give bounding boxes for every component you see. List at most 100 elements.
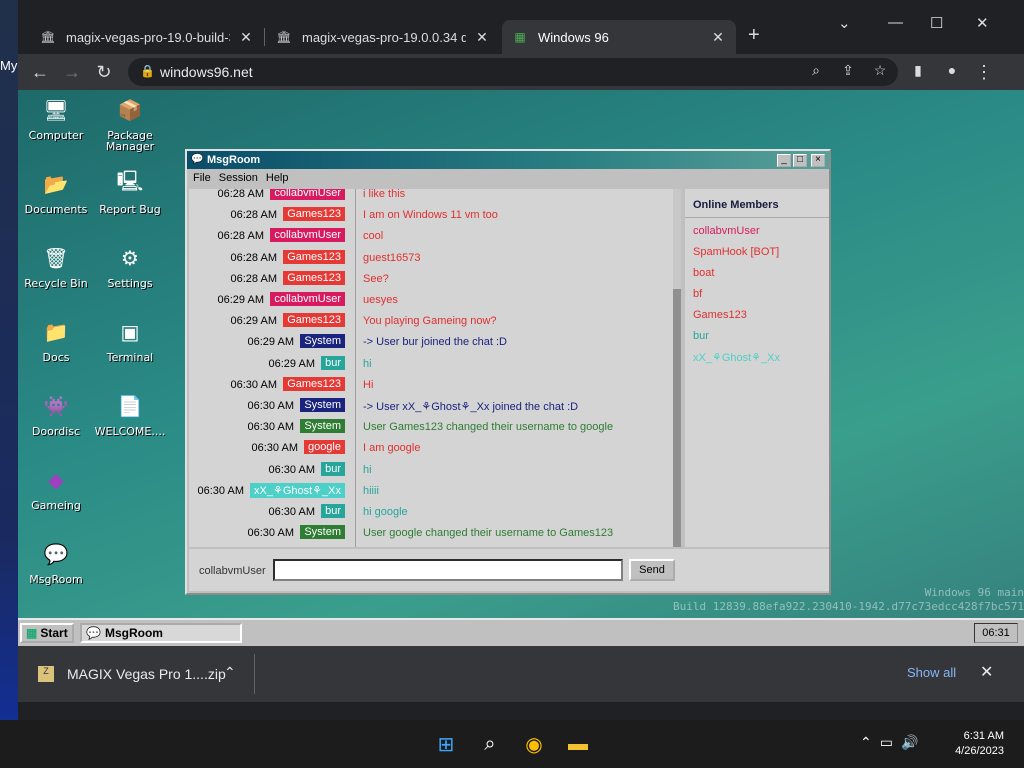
message-username-badge[interactable]: System bbox=[300, 525, 345, 540]
message-text: hiiii bbox=[363, 484, 379, 497]
message-text: See? bbox=[363, 272, 389, 285]
tab-magix-2[interactable]: 🏛 magix-vegas-pro-19.0.0.34 direc ✕ bbox=[266, 20, 500, 54]
desktop-icon-computer[interactable]: 🖥 Computer bbox=[20, 94, 92, 141]
members-divider bbox=[685, 217, 829, 218]
chrome-icon[interactable]: ◉ bbox=[520, 730, 548, 758]
sidepanel-icon[interactable]: ▮ bbox=[908, 62, 928, 79]
show-all-button[interactable]: Show all bbox=[907, 665, 956, 680]
forward-icon[interactable]: → bbox=[62, 62, 82, 83]
download-item-name[interactable]: MAGIX Vegas Pro 1....zip bbox=[67, 666, 226, 682]
desktop-icon-docs[interactable]: 📁 Docs bbox=[20, 316, 92, 363]
menubar: File Session Help bbox=[187, 169, 829, 187]
message-username-badge[interactable]: Games123 bbox=[283, 376, 345, 391]
minimize-button[interactable]: _ bbox=[777, 154, 791, 167]
minimize-button[interactable]: — bbox=[888, 14, 903, 31]
menu-session[interactable]: Session bbox=[219, 172, 258, 184]
desktop-icon-package-manager[interactable]: 📦 Package Manager bbox=[94, 94, 166, 152]
share-icon[interactable]: ⇪ bbox=[838, 62, 858, 79]
new-tab-button[interactable]: + bbox=[748, 24, 760, 47]
message-username-badge[interactable]: System bbox=[300, 419, 345, 434]
reload-icon[interactable]: ↻ bbox=[94, 62, 114, 83]
menu-kebab-icon[interactable]: ⋮ bbox=[974, 62, 994, 83]
message-username-badge[interactable]: collabvmUser bbox=[270, 228, 345, 243]
desktop-icon-report-bug[interactable]: 🖳 Report Bug bbox=[94, 168, 166, 215]
discord-icon: 👾 bbox=[43, 394, 69, 418]
bookmark-star-icon[interactable]: ☆ bbox=[870, 62, 890, 79]
message-username-badge[interactable]: Games123 bbox=[283, 249, 345, 264]
desktop-icon-documents[interactable]: 📂 Documents bbox=[20, 168, 92, 215]
desktop-icon-settings[interactable]: ⚙ Settings bbox=[94, 242, 166, 289]
close-icon[interactable]: ✕ bbox=[710, 29, 726, 46]
msgroom-titlebar[interactable]: 💬 MsgRoom bbox=[187, 151, 829, 169]
member-item[interactable]: collabvmUser bbox=[693, 225, 760, 237]
msgroom-icon: 💬 bbox=[43, 542, 69, 566]
message-time: 06:28 AM bbox=[217, 230, 264, 243]
network-icon[interactable]: ▭ bbox=[880, 734, 901, 750]
file-explorer-icon[interactable]: ▬ bbox=[564, 730, 592, 758]
member-item[interactable]: bf bbox=[693, 288, 702, 300]
tab-search-icon[interactable]: ⌄ bbox=[838, 14, 851, 32]
system-clock[interactable]: 6:31 AM 4/26/2023 bbox=[955, 729, 1004, 759]
search-icon[interactable]: ⌕ bbox=[476, 730, 504, 758]
close-window-button[interactable]: ✕ bbox=[976, 14, 989, 32]
search-icon[interactable]: ⌕ bbox=[806, 62, 826, 79]
message-username-badge[interactable]: System bbox=[300, 334, 345, 349]
desktop-icon-gameing[interactable]: ◆ Gameing bbox=[20, 464, 92, 511]
desktop-icon-welcome[interactable]: 📄 WELCOME.... bbox=[94, 390, 166, 437]
message-text: hi google bbox=[363, 506, 408, 518]
message-username-badge[interactable]: bur bbox=[321, 461, 345, 476]
close-icon[interactable]: ✕ bbox=[238, 29, 254, 46]
maximize-button[interactable]: □ bbox=[793, 154, 807, 167]
windows-start-icon[interactable]: ⊞ bbox=[432, 730, 460, 758]
profile-icon[interactable]: ● bbox=[942, 62, 962, 78]
browser-toolbar: ← → ↻ 🔒 windows96.net ⌕ ⇪ ☆ ▮ ● ⋮ bbox=[18, 54, 1024, 90]
scrollbar-thumb[interactable] bbox=[673, 289, 681, 547]
tab-magix-1[interactable]: 🏛 magix-vegas-pro-19.0-build-381 ✕ bbox=[30, 20, 264, 54]
close-button[interactable]: × bbox=[811, 154, 825, 167]
send-button[interactable]: Send bbox=[629, 559, 675, 581]
close-icon[interactable]: ✕ bbox=[474, 29, 490, 46]
chat-scrollbar[interactable] bbox=[673, 189, 681, 547]
menu-file[interactable]: File bbox=[193, 172, 211, 184]
message-time: 06:28 AM bbox=[230, 209, 277, 222]
member-item[interactable]: Games123 bbox=[693, 309, 747, 321]
message-username-badge[interactable]: System bbox=[300, 398, 345, 412]
message-username-badge[interactable]: xX_⚘Ghost⚘_Xx bbox=[250, 482, 345, 498]
message-time: 06:30 AM bbox=[247, 400, 294, 412]
message-username-badge[interactable]: collabvmUser bbox=[270, 189, 345, 200]
tab-windows96[interactable]: ▦ Windows 96 ✕ bbox=[502, 20, 736, 54]
desktop-icon-msgroom[interactable]: 💬 MsgRoom bbox=[20, 538, 92, 585]
online-members-panel: Online Members collabvmUser SpamHook [BOT… bbox=[685, 189, 829, 547]
computer-icon: 🖥 bbox=[43, 98, 69, 122]
maximize-button[interactable]: ☐ bbox=[930, 14, 943, 32]
member-item[interactable]: boat bbox=[693, 267, 714, 279]
message-username-badge[interactable]: Games123 bbox=[283, 270, 345, 285]
member-item[interactable]: SpamHook [BOT] bbox=[693, 246, 779, 258]
desktop-icon-doordisc[interactable]: 👾 Doordisc bbox=[20, 390, 92, 437]
chevron-up-icon[interactable]: ⌃ bbox=[224, 664, 236, 681]
message-input[interactable] bbox=[273, 559, 623, 581]
message-username-badge[interactable]: bur bbox=[321, 504, 345, 518]
desktop-icon-recycle-bin[interactable]: 🗑 Recycle Bin bbox=[20, 242, 92, 289]
message-username-badge[interactable]: collabvmUser bbox=[270, 292, 345, 306]
back-icon[interactable]: ← bbox=[30, 62, 50, 83]
chat-message-row: bur hi 06:29 AM bbox=[189, 353, 673, 374]
member-item[interactable]: xX_⚘Ghost⚘_Xx bbox=[693, 351, 780, 364]
message-username-badge[interactable]: Games123 bbox=[283, 313, 345, 328]
chat-message-row: collabvmUser i like this 06:28 AM bbox=[189, 189, 673, 204]
address-bar[interactable]: 🔒 windows96.net ⌕ ⇪ ☆ bbox=[128, 58, 898, 86]
start-button[interactable]: ▦ Start bbox=[20, 623, 74, 643]
desktop-icon-terminal[interactable]: ▣ Terminal bbox=[94, 316, 166, 363]
close-icon[interactable]: ✕ bbox=[980, 662, 993, 682]
member-item[interactable]: bur bbox=[693, 330, 709, 342]
chevron-up-icon[interactable]: ⌃ bbox=[860, 734, 880, 750]
message-username-badge[interactable]: google bbox=[303, 440, 345, 455]
message-username-badge[interactable]: Games123 bbox=[283, 207, 345, 222]
chat-log[interactable]: collabvmUser i like this 06:28 AM Games123 I… bbox=[189, 189, 673, 547]
menu-help[interactable]: Help bbox=[266, 172, 289, 184]
message-username-badge[interactable]: bur bbox=[321, 355, 345, 370]
volume-icon[interactable]: 🔊 bbox=[901, 734, 926, 750]
tab-label: Windows 96 bbox=[538, 29, 609, 45]
taskbar-item-msgroom[interactable]: 💬 MsgRoom bbox=[80, 623, 242, 643]
build-line-2: Build 12839.88efa922.230410-1942.d77c73e… bbox=[673, 600, 1024, 613]
